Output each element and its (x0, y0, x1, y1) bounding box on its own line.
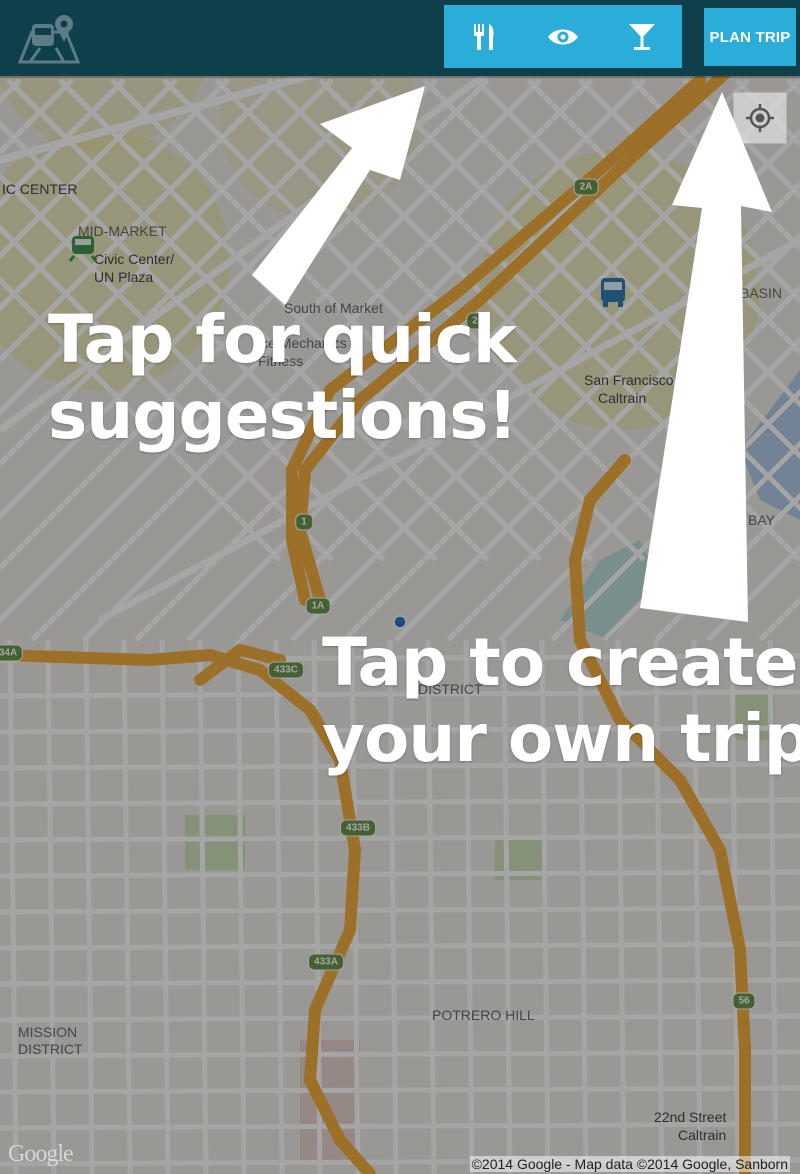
app-toolbar: PLAN TRIP (0, 0, 800, 78)
map-label-mission-district: DISTRICT (18, 1041, 83, 1057)
map-label-basin: BASIN (740, 285, 783, 301)
map-label-civic-center: IC CENTER (2, 181, 78, 197)
highway-shield: 1A (305, 597, 331, 615)
highway-shield: 1 (295, 513, 313, 531)
map-label-22nd-street: 22nd Street (654, 1109, 727, 1125)
highway-shield: 433C (268, 661, 304, 679)
quick-suggestions-hint: Tap for quick suggestions! (48, 301, 518, 454)
highway-shield: 2A (573, 178, 599, 196)
tram-icon[interactable] (66, 232, 100, 262)
sightseeing-button[interactable] (533, 5, 593, 68)
cocktail-glass-icon (629, 23, 656, 50)
plan-hint-line1: Tap to create (322, 624, 798, 701)
map-attribution[interactable]: ©2014 Google - Map data ©2014 Google, Sa… (469, 1156, 790, 1172)
map-label-mission: MISSION (18, 1024, 78, 1040)
map-vehicle-logo-icon[interactable] (18, 10, 80, 64)
quick-hint-line1: Tap for quick (48, 301, 517, 378)
map-label-bay: BAY (748, 512, 775, 528)
plan-trip-button[interactable]: PLAN TRIP (704, 8, 796, 66)
restaurant-button[interactable] (454, 5, 514, 68)
highway-shield: 433B (340, 819, 376, 837)
bus-stop-icon[interactable] (598, 276, 628, 308)
fork-knife-icon (473, 23, 494, 50)
my-location-button[interactable] (733, 92, 787, 144)
toolbar-shadow (0, 76, 800, 78)
highway-shield: 433A (308, 953, 344, 971)
google-logo: Google (8, 1141, 74, 1167)
quick-hint-line2: suggestions! (48, 376, 518, 454)
eye-icon (547, 29, 578, 44)
quick-suggestions-group (444, 5, 682, 68)
plan-trip-hint: Tap to create your own trip! (322, 625, 800, 777)
highway-shield: 34A (0, 644, 24, 662)
map-label-un-plaza: UN Plaza (94, 269, 154, 285)
map-label-caltrain: Caltrain (598, 390, 647, 406)
map-label-22nd-caltrain: Caltrain (678, 1127, 727, 1143)
map-label-sf-caltrain: San Francisco (584, 372, 674, 388)
map-canvas[interactable] (0, 0, 800, 1174)
map-label-potrero-hill: POTRERO HILL (432, 1007, 535, 1023)
map-view[interactable] (0, 0, 800, 1174)
highway-shield: 56 (732, 992, 756, 1010)
nightlife-button[interactable] (612, 5, 672, 68)
map-label-civic-center-plaza: Civic Center/ (94, 251, 175, 267)
plan-hint-line2: your own trip! (322, 699, 800, 777)
my-location-icon (746, 104, 774, 132)
